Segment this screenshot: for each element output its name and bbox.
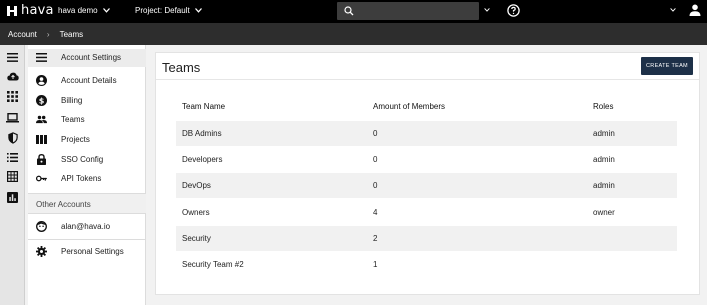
sidebar-item-label: Teams: [61, 115, 85, 124]
breadcrumb-teams: Teams: [59, 29, 84, 39]
logo-text: hava: [21, 3, 54, 18]
other-account-item[interactable]: alan@hava.io: [28, 218, 146, 236]
list-icon: [36, 52, 47, 63]
sidebar-item-label: Billing: [61, 96, 83, 105]
team-name-cell: DB Admins: [182, 129, 222, 138]
teams-card: Teams CREATE TEAM Team Name Amount of Me…: [155, 52, 700, 295]
table-row[interactable]: Security 2: [176, 226, 677, 251]
account-selector[interactable]: hava demo: [58, 6, 110, 15]
member-count-cell: 1: [373, 260, 378, 269]
team-name-cell: Security Team #2: [182, 260, 244, 269]
icon-rail: [0, 45, 25, 305]
menu-icon[interactable]: [6, 51, 19, 64]
help-icon[interactable]: [507, 4, 520, 17]
member-count-cell: 2: [373, 234, 378, 243]
project-selector-label: Project: Default: [135, 6, 190, 15]
sidebar-divider: [28, 239, 146, 240]
table-icon[interactable]: [6, 170, 19, 183]
top-bar: hava hava demo Project: Default: [0, 0, 707, 23]
search-scope-chevron-icon[interactable]: [484, 8, 490, 12]
create-team-button[interactable]: CREATE TEAM: [641, 57, 693, 75]
user-account-icon[interactable]: [688, 3, 702, 17]
role-cell: admin: [593, 181, 615, 190]
table-row[interactable]: DevOps 0 admin: [176, 173, 677, 198]
section-label: Other Accounts: [36, 200, 91, 209]
page-title: Teams: [162, 60, 201, 75]
laptop-icon[interactable]: [6, 111, 19, 124]
sidebar-item-billing[interactable]: $ Billing: [28, 92, 146, 110]
account-circle-icon: [36, 75, 47, 86]
sidebar-item-label: Personal Settings: [61, 247, 124, 256]
gear-icon: [36, 246, 47, 257]
key-icon: [36, 173, 47, 184]
role-cell: admin: [593, 155, 615, 164]
column-header-team-name[interactable]: Team Name: [182, 102, 225, 111]
other-accounts-section: Other Accounts: [28, 193, 146, 214]
role-cell: owner: [593, 208, 615, 217]
table-row[interactable]: Owners 4 owner: [176, 200, 677, 225]
member-count-cell: 0: [373, 129, 378, 138]
apps-grid-icon[interactable]: [6, 90, 19, 103]
people-icon: [36, 114, 47, 125]
member-count-cell: 0: [373, 181, 378, 190]
hava-logo-icon: [7, 5, 17, 16]
sidebar-item-label: API Tokens: [61, 174, 102, 183]
team-name-cell: DevOps: [182, 181, 211, 190]
chevron-down-icon: [102, 8, 110, 13]
dollar-icon: $: [36, 95, 47, 106]
sidebar-item-projects[interactable]: Projects: [28, 131, 146, 149]
sidebar-item-label: Projects: [61, 135, 90, 144]
sidebar-item-api-tokens[interactable]: API Tokens: [28, 170, 146, 188]
list-icon[interactable]: [6, 151, 19, 164]
member-count-cell: 0: [373, 155, 378, 164]
title-divider: [156, 79, 699, 80]
role-cell: admin: [593, 129, 615, 138]
breadcrumb: Account › Teams: [0, 23, 707, 45]
sidebar-item-sso-config[interactable]: SSO Config: [28, 151, 146, 169]
sidebar-item-account-settings[interactable]: Account Settings: [28, 49, 146, 67]
sidebar-item-personal-settings[interactable]: Personal Settings: [28, 243, 146, 261]
table-row[interactable]: DB Admins 0 admin: [176, 121, 677, 146]
table-row[interactable]: Developers 0 admin: [176, 147, 677, 172]
account-selector-label: hava demo: [58, 6, 98, 15]
svg-text:$: $: [39, 97, 45, 106]
notifications-chevron-icon[interactable]: [670, 8, 676, 12]
project-selector[interactable]: Project: Default: [135, 6, 202, 15]
member-count-cell: 4: [373, 208, 378, 217]
columns-icon: [36, 134, 47, 145]
bar-chart-icon[interactable]: [6, 191, 19, 204]
sidebar-item-label: SSO Config: [61, 155, 104, 164]
search-icon: [344, 6, 354, 16]
other-account-label: alan@hava.io: [61, 222, 111, 231]
breadcrumb-account[interactable]: Account: [8, 30, 37, 39]
team-name-cell: Developers: [182, 155, 223, 164]
sidebar-item-label: Account Details: [61, 76, 117, 85]
face-icon: [36, 221, 47, 232]
team-name-cell: Owners: [182, 208, 210, 217]
settings-sidebar: Account Settings Account Details $ Billi…: [28, 45, 146, 305]
table-row[interactable]: Security Team #2 1: [176, 252, 677, 277]
search-input[interactable]: [337, 2, 479, 20]
sidebar-item-account-details[interactable]: Account Details: [28, 72, 146, 90]
breadcrumb-separator-icon: ›: [46, 29, 50, 39]
hava-logo[interactable]: hava: [6, 4, 54, 17]
team-name-cell: Security: [182, 234, 211, 243]
sidebar-item-teams[interactable]: Teams: [28, 111, 146, 129]
chevron-down-icon: [194, 8, 202, 13]
lock-icon: [36, 154, 47, 165]
column-header-roles[interactable]: Roles: [593, 102, 613, 111]
column-header-members[interactable]: Amount of Members: [373, 102, 445, 111]
shield-icon[interactable]: [6, 131, 19, 144]
table-header-row: Team Name Amount of Members Roles: [176, 94, 677, 119]
sidebar-item-label: Account Settings: [61, 53, 122, 62]
cloud-upload-icon[interactable]: [6, 70, 19, 83]
